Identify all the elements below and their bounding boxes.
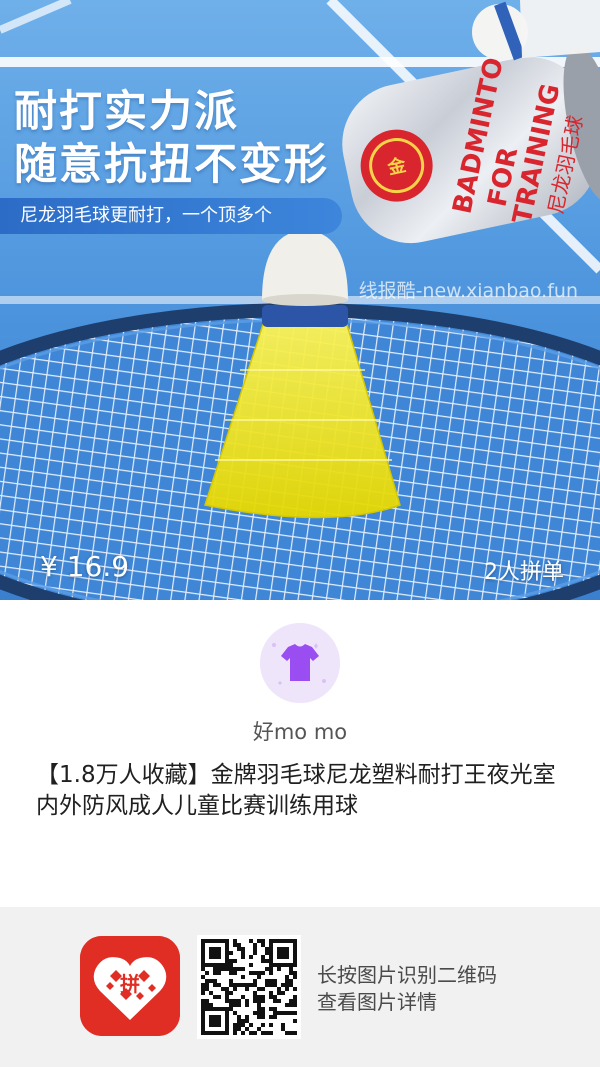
- qr-finder-3: [201, 1007, 229, 1035]
- pinduoduo-logo-icon: 拼: [80, 936, 180, 1036]
- shop-avatar[interactable]: [260, 623, 340, 703]
- headline-line-2: 随意抗扭不变形: [14, 140, 329, 190]
- tshirt-icon: [260, 623, 340, 703]
- qr-code-icon[interactable]: [197, 935, 301, 1039]
- shop-name[interactable]: 好mo mo: [0, 716, 600, 746]
- qr-finder-1: [201, 939, 229, 967]
- group-buy-label: 2人拼单: [484, 560, 564, 585]
- watermark: 线报酷-new.xianbao.fun: [358, 280, 578, 302]
- price-label: ¥ 16.9: [40, 550, 130, 583]
- app-logo-char: 拼: [120, 972, 140, 996]
- qr-hint: 长按图片识别二维码 查看图片详情: [317, 962, 497, 1016]
- qr-finder-2: [269, 939, 297, 967]
- product-image[interactable]: 金 BADMINTO FOR TRAINING 尼龙羽毛球 耐打实力派 随意抗扭…: [0, 0, 600, 600]
- headline-line-1: 耐打实力派: [14, 87, 239, 137]
- qr-hint-line-2: 查看图片详情: [317, 990, 437, 1014]
- headline: 耐打实力派 随意抗扭不变形: [14, 86, 329, 192]
- tagline: 尼龙羽毛球更耐打，一个顶多个: [20, 205, 272, 226]
- product-title: 【1.8万人收藏】金牌羽毛球尼龙塑料耐打王夜光室内外防风成人儿童比赛训练用球: [36, 762, 556, 819]
- qr-hint-line-1: 长按图片识别二维码: [317, 963, 497, 987]
